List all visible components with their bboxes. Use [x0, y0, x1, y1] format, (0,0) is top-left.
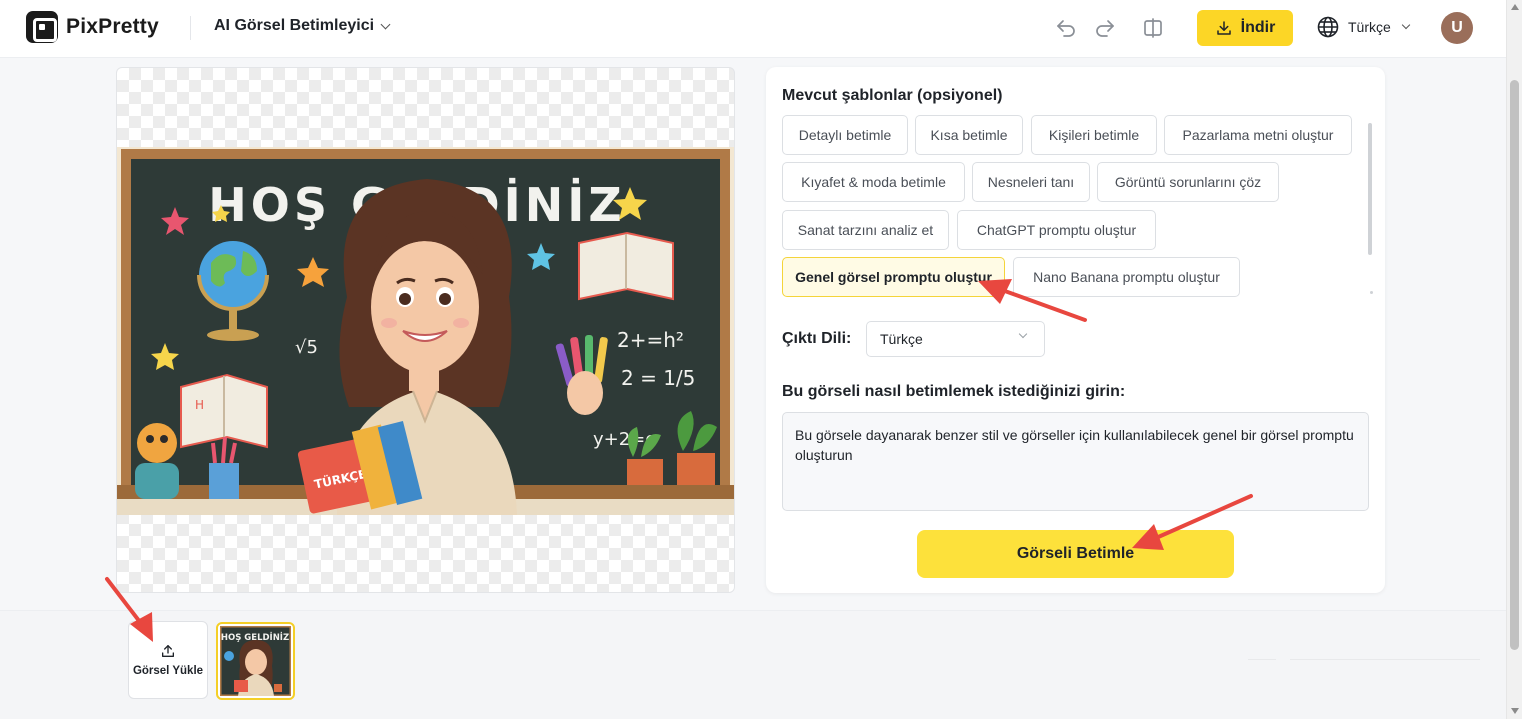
svg-text:H: H: [195, 398, 204, 412]
template-chip-chatgpt-prompt[interactable]: ChatGPT promptu oluştur: [957, 210, 1156, 250]
divider: [1290, 659, 1480, 660]
page-scrollbar[interactable]: [1506, 0, 1522, 719]
upload-icon: [162, 645, 174, 657]
tool-selector-dropdown[interactable]: AI Görsel Betimleyici: [214, 17, 391, 35]
describe-image-button[interactable]: Görseli Betimle: [917, 530, 1234, 578]
redo-icon[interactable]: [1093, 16, 1117, 40]
download-button[interactable]: İndir: [1197, 10, 1293, 46]
upload-label: Görsel Yükle: [132, 665, 204, 677]
output-language-label: Çıktı Dili:: [782, 330, 852, 347]
globe-icon: [1317, 16, 1339, 38]
user-avatar[interactable]: U: [1441, 12, 1473, 44]
scroll-down-arrow-icon[interactable]: [1511, 708, 1519, 714]
template-chip-image-issues[interactable]: Görüntü sorunlarını çöz: [1097, 162, 1279, 202]
scroll-indicator: [1370, 291, 1373, 294]
prompt-label: Bu görseli nasıl betimlemek istediğinizi…: [782, 383, 1126, 400]
svg-text:2+=h²: 2+=h²: [617, 328, 684, 352]
prompt-textarea[interactable]: Bu görsele dayanarak benzer stil ve görs…: [782, 412, 1369, 511]
scroll-up-arrow-icon[interactable]: [1511, 4, 1519, 10]
template-chip-nano-banana[interactable]: Nano Banana promptu oluştur: [1013, 257, 1240, 297]
chevron-down-icon: [380, 19, 391, 29]
top-header: PixPretty AI Görsel Betimleyici İndir Tü…: [0, 0, 1506, 58]
template-chip-objects[interactable]: Nesneleri tanı: [972, 162, 1090, 202]
uploaded-image: HOŞ GELDİNİZ H 2+=h² 2 = 1/5 √5 y+2=o: [117, 147, 734, 515]
template-chip-art-style[interactable]: Sanat tarzını analiz et: [782, 210, 949, 250]
template-chip-people[interactable]: Kişileri betimle: [1031, 115, 1157, 155]
undo-icon[interactable]: [1054, 16, 1078, 40]
templates-title: Mevcut şablonlar (opsiyonel): [782, 87, 1003, 104]
chevron-down-icon: [1401, 20, 1411, 30]
describer-settings-panel: Mevcut şablonlar (opsiyonel) Detaylı bet…: [766, 67, 1385, 593]
chevron-down-icon: [1018, 329, 1028, 339]
header-divider: [190, 16, 191, 40]
tool-name: AI Görsel Betimleyici: [214, 17, 375, 34]
image-preview-canvas: HOŞ GELDİNİZ H 2+=h² 2 = 1/5 √5 y+2=o: [116, 67, 735, 593]
language-label: Türkçe: [1348, 19, 1391, 35]
template-chip-general-prompt[interactable]: Genel görsel promptu oluştur: [782, 257, 1005, 297]
thumbnail-image: HOŞ GELDİNİZ: [220, 626, 291, 696]
image-thumbnail[interactable]: HOŞ GELDİNİZ: [216, 622, 295, 700]
svg-text:2 = 1/5: 2 = 1/5: [621, 366, 695, 390]
template-chip-fashion[interactable]: Kıyafet & moda betimle: [782, 162, 965, 202]
output-language-select[interactable]: Türkçe: [866, 321, 1045, 357]
output-language-value: Türkçe: [880, 331, 923, 347]
template-list-scrollbar[interactable]: [1368, 123, 1372, 255]
compare-icon[interactable]: [1141, 16, 1165, 40]
template-chip-list: Detaylı betimle Kısa betimle Kişileri be…: [782, 115, 1357, 297]
download-label: İndir: [1240, 19, 1276, 36]
divider: [1248, 659, 1276, 660]
scroll-thumb[interactable]: [1510, 80, 1519, 650]
app-logo[interactable]: PixPretty: [26, 11, 159, 43]
language-selector[interactable]: Türkçe: [1316, 15, 1411, 39]
svg-text:√5: √5: [295, 337, 318, 358]
download-icon: [1216, 21, 1231, 35]
template-chip-short[interactable]: Kısa betimle: [915, 115, 1023, 155]
app-name: PixPretty: [66, 15, 159, 38]
upload-image-button[interactable]: Görsel Yükle: [128, 621, 208, 699]
template-chip-marketing[interactable]: Pazarlama metni oluştur: [1164, 115, 1352, 155]
pixpretty-logo-icon: [26, 11, 58, 43]
template-chip-detailed[interactable]: Detaylı betimle: [782, 115, 908, 155]
